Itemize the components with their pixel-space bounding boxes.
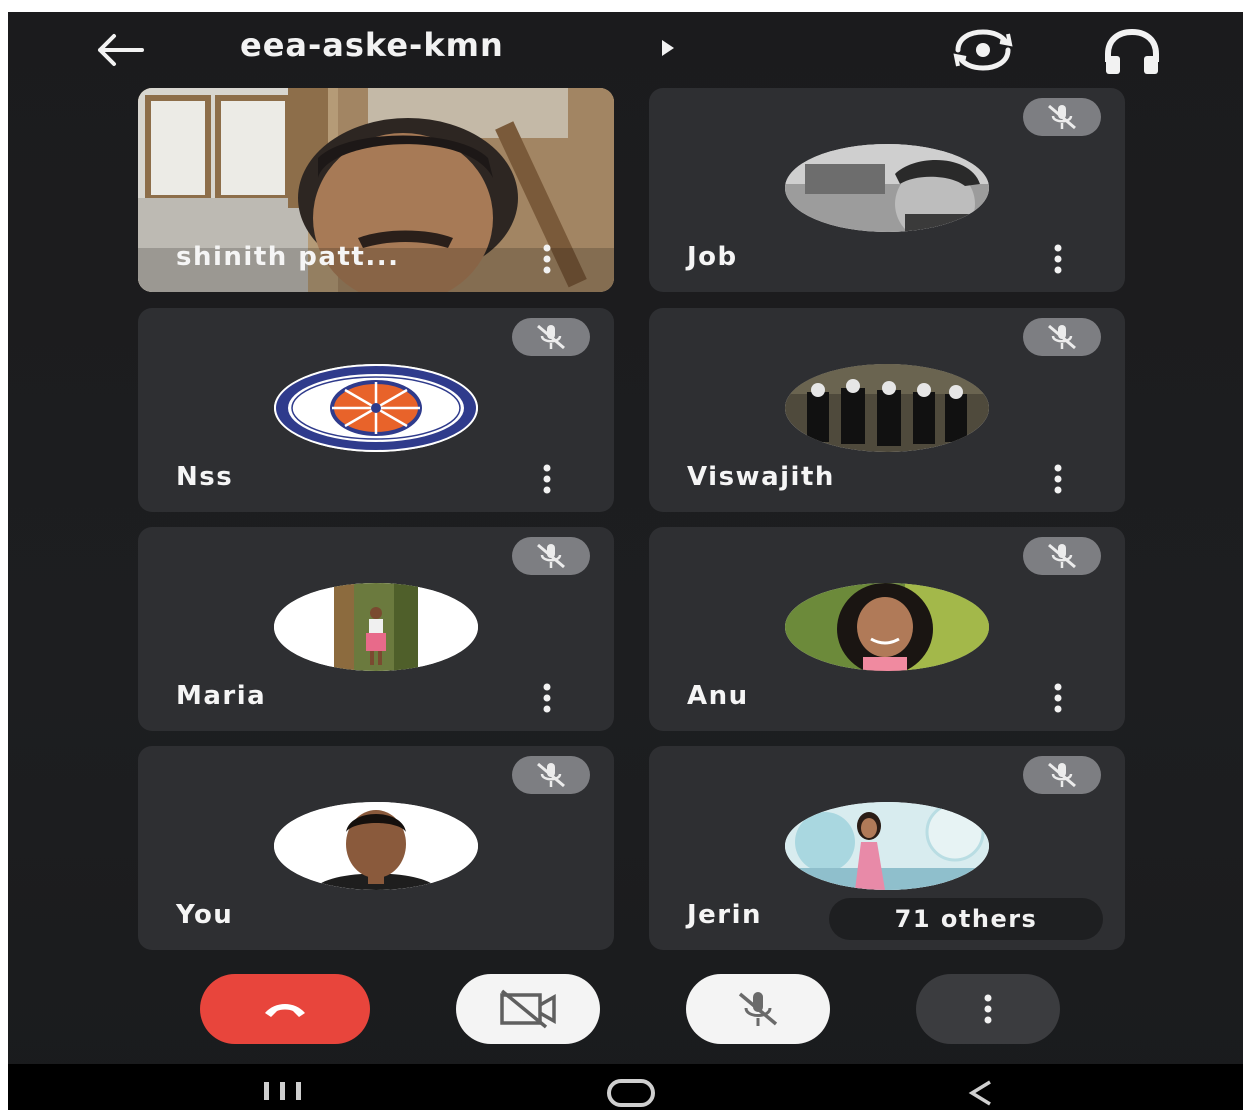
back-button[interactable] bbox=[92, 32, 148, 68]
participant-tile[interactable]: Anu bbox=[649, 527, 1125, 731]
headphones-icon bbox=[1105, 28, 1159, 74]
muted-badge bbox=[1023, 537, 1101, 575]
participant-name: Jerin bbox=[687, 900, 763, 930]
participant-tile[interactable]: Viswajith bbox=[649, 308, 1125, 512]
mic-off-icon bbox=[738, 992, 778, 1026]
participant-more-options-button[interactable] bbox=[540, 464, 554, 494]
switch-camera-icon bbox=[953, 29, 1013, 71]
meet-screen: eea-aske-kmn shinith patt... Job Nss Vis… bbox=[8, 12, 1243, 1110]
nss-logo-avatar bbox=[274, 364, 478, 452]
avatar bbox=[785, 583, 989, 671]
switch-camera-button[interactable] bbox=[950, 28, 1016, 72]
muted-badge bbox=[1023, 98, 1101, 136]
participant-more-options-button[interactable] bbox=[540, 244, 554, 274]
avatar bbox=[785, 802, 989, 890]
play-arrow-icon[interactable] bbox=[660, 38, 678, 58]
participant-tile[interactable]: Nss bbox=[138, 308, 614, 512]
recents-icon bbox=[264, 1082, 301, 1100]
recent-apps-button[interactable] bbox=[260, 1078, 306, 1104]
audio-output-button[interactable] bbox=[1102, 28, 1162, 76]
top-app-bar: eea-aske-kmn bbox=[8, 12, 1243, 87]
more-vertical-icon bbox=[1054, 244, 1062, 274]
more-vertical-icon bbox=[543, 464, 551, 494]
phone-hangup-icon bbox=[265, 1004, 305, 1017]
mic-off-icon bbox=[537, 543, 565, 569]
mic-off-icon bbox=[537, 324, 565, 350]
more-vertical-icon bbox=[1054, 464, 1062, 494]
camera-toggle-button[interactable] bbox=[456, 974, 600, 1044]
participant-tile[interactable]: Job bbox=[649, 88, 1125, 292]
mic-off-icon bbox=[1048, 324, 1076, 350]
meeting-code-title[interactable]: eea-aske-kmn bbox=[240, 26, 504, 64]
participant-name: Job bbox=[687, 242, 738, 272]
end-call-button[interactable] bbox=[200, 974, 370, 1044]
avatar bbox=[274, 802, 478, 890]
system-back-button[interactable] bbox=[966, 1078, 996, 1108]
mic-off-icon bbox=[1048, 762, 1076, 788]
participant-tile-video[interactable]: shinith patt... bbox=[138, 88, 614, 292]
avatar bbox=[785, 144, 989, 232]
mic-off-icon bbox=[1048, 104, 1076, 130]
muted-badge bbox=[512, 318, 590, 356]
avatar bbox=[785, 364, 989, 452]
arrow-left-icon bbox=[98, 34, 144, 66]
participant-tile-self[interactable]: You bbox=[138, 746, 614, 950]
participant-more-options-button[interactable] bbox=[540, 683, 554, 713]
chevron-left-icon bbox=[968, 1080, 991, 1106]
participant-name: Anu bbox=[687, 681, 749, 711]
microphone-toggle-button[interactable] bbox=[686, 974, 830, 1044]
more-options-button[interactable] bbox=[916, 974, 1060, 1044]
muted-badge bbox=[1023, 318, 1101, 356]
participant-name: Viswajith bbox=[687, 462, 835, 492]
participant-more-options-button[interactable] bbox=[1051, 244, 1065, 274]
home-button[interactable] bbox=[606, 1078, 656, 1108]
participant-more-options-button[interactable] bbox=[1051, 464, 1065, 494]
avatar bbox=[274, 583, 478, 671]
muted-badge bbox=[512, 756, 590, 794]
participant-tile[interactable]: Maria bbox=[138, 527, 614, 731]
home-icon bbox=[607, 1079, 655, 1107]
participant-name: shinith patt... bbox=[176, 242, 400, 272]
muted-badge bbox=[1023, 756, 1101, 794]
others-participants-chip[interactable]: 71 others bbox=[829, 898, 1103, 940]
camera-off-icon bbox=[500, 989, 556, 1029]
mic-off-icon bbox=[537, 762, 565, 788]
more-vertical-icon bbox=[543, 244, 551, 274]
mic-off-icon bbox=[1048, 543, 1076, 569]
system-navigation-bar bbox=[8, 1064, 1243, 1110]
more-vertical-icon bbox=[984, 994, 992, 1024]
more-vertical-icon bbox=[543, 683, 551, 713]
participant-more-options-button[interactable] bbox=[1051, 683, 1065, 713]
more-vertical-icon bbox=[1054, 683, 1062, 713]
participant-name: Maria bbox=[176, 681, 267, 711]
participant-tile[interactable]: Jerin 71 others bbox=[649, 746, 1125, 950]
participant-name: You bbox=[176, 900, 234, 930]
participant-name: Nss bbox=[176, 462, 234, 492]
muted-badge bbox=[512, 537, 590, 575]
